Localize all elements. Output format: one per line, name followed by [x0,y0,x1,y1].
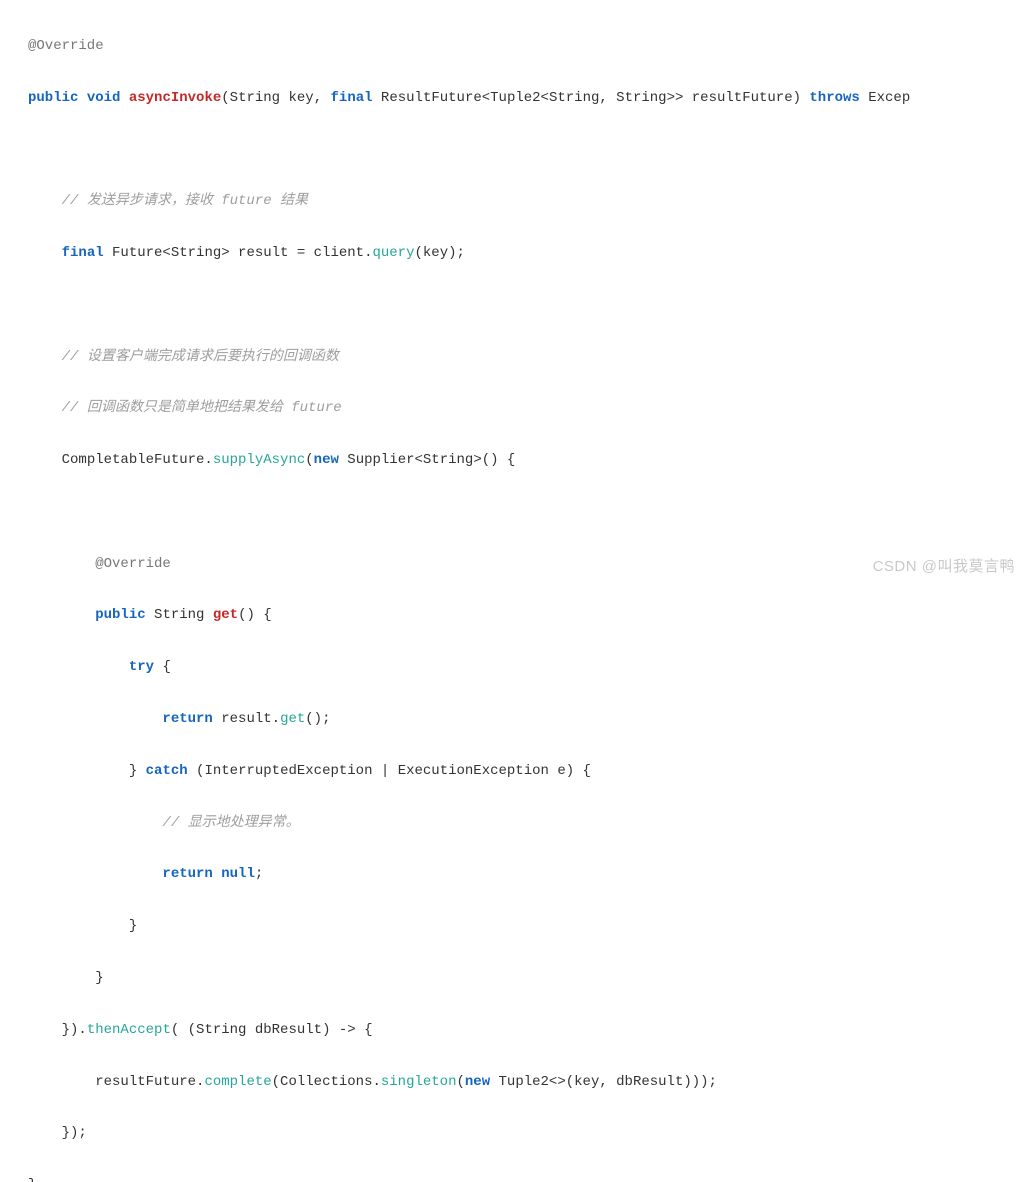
indent [28,1125,62,1141]
identifier: Supplier<String>() { [339,452,515,468]
keyword-catch: catch [146,763,188,779]
indent [28,918,129,934]
identifier: resultFuture. [95,1074,204,1090]
code-line: // 回调函数只是简单地把结果发给 future [28,396,1029,422]
keyword-public: public [28,90,78,106]
indent [28,400,62,416]
code-line: public String get() { [28,603,1029,629]
code-line: try { [28,655,1029,681]
comment: // 设置客户端完成请求后要执行的回调函数 [62,349,339,365]
indent [28,1022,62,1038]
punctuation: }). [62,1022,87,1038]
indent [28,866,162,882]
identifier: result. [213,711,280,727]
method-call: thenAccept [87,1022,171,1038]
code-line: @Override [28,552,1029,578]
punctuation: { [154,659,171,675]
type: Excep [860,90,910,106]
annotation: @Override [28,38,104,54]
code-line: } [28,966,1029,992]
punctuation: }); [62,1125,87,1141]
annotation: @Override [95,556,171,572]
indent [28,659,129,675]
keyword-throws: throws [809,90,859,106]
method-call: singleton [381,1074,457,1090]
indent [28,607,95,623]
code-line: // 设置客户端完成请求后要执行的回调函数 [28,345,1029,371]
indent [28,349,62,365]
punctuation: (); [305,711,330,727]
method-call: query [372,245,414,261]
brace: } [95,970,103,986]
indent [28,815,162,831]
comment: // 显示地处理异常。 [162,815,299,831]
code-line: final Future<String> result = client.que… [28,241,1029,267]
blank-line [28,500,1029,526]
indent [28,452,62,468]
code-line: } catch (InterruptedException | Executio… [28,759,1029,785]
method-name: get [213,607,238,623]
punctuation: ( [305,452,313,468]
code-line: } [28,914,1029,940]
code-line: } [28,1173,1029,1182]
indent [28,763,129,779]
indent [28,245,62,261]
keyword-try: try [129,659,154,675]
method-name: asyncInvoke [129,90,221,106]
indent [28,193,62,209]
keyword-new: new [465,1074,490,1090]
code-line: }); [28,1121,1029,1147]
lambda: ( (String dbResult) -> { [171,1022,373,1038]
code-line: public void asyncInvoke(String key, fina… [28,86,1029,112]
method-call: supplyAsync [213,452,305,468]
punctuation: ; [255,866,263,882]
blank-line [28,293,1029,319]
arguments: (key); [414,245,464,261]
code-line: resultFuture.complete(Collections.single… [28,1070,1029,1096]
keyword-null: null [213,866,255,882]
keyword-final: final [62,245,104,261]
code-line: return result.get(); [28,707,1029,733]
code-line: // 发送异步请求，接收 future 结果 [28,189,1029,215]
punctuation: } [129,763,146,779]
punctuation: ( [221,90,229,106]
keyword-new: new [314,452,339,468]
blank-line [28,137,1029,163]
indent [28,970,95,986]
code-block: @Override public void asyncInvoke(String… [0,8,1029,1182]
type: ResultFuture<Tuple2<String, String>> res… [373,90,810,106]
comment: // 回调函数只是简单地把结果发给 future [62,400,342,416]
punctuation: () { [238,607,272,623]
indent [28,711,162,727]
keyword-public: public [95,607,145,623]
code-line: @Override [28,34,1029,60]
brace: } [129,918,137,934]
punctuation: ( [457,1074,465,1090]
keyword-void: void [87,90,121,106]
comment: // 发送异步请求，接收 future 结果 [62,193,308,209]
indent [28,556,95,572]
type: String [230,90,280,106]
keyword-final: final [331,90,373,106]
identifier: Tuple2<>(key, dbResult))); [490,1074,717,1090]
type: String [146,607,213,623]
keyword-return: return [162,711,212,727]
code-line: // 显示地处理异常。 [28,811,1029,837]
brace: } [28,1177,36,1182]
declaration: Future<String> result = client. [104,245,373,261]
identifier: key, [280,90,330,106]
indent [28,1074,95,1090]
method-call: complete [204,1074,271,1090]
code-line: CompletableFuture.supplyAsync(new Suppli… [28,448,1029,474]
method-call: get [280,711,305,727]
catch-args: (InterruptedException | ExecutionExcepti… [188,763,591,779]
identifier: CompletableFuture. [62,452,213,468]
code-line: }).thenAccept( (String dbResult) -> { [28,1018,1029,1044]
code-line: return null; [28,862,1029,888]
identifier: (Collections. [272,1074,381,1090]
keyword-return: return [162,866,212,882]
